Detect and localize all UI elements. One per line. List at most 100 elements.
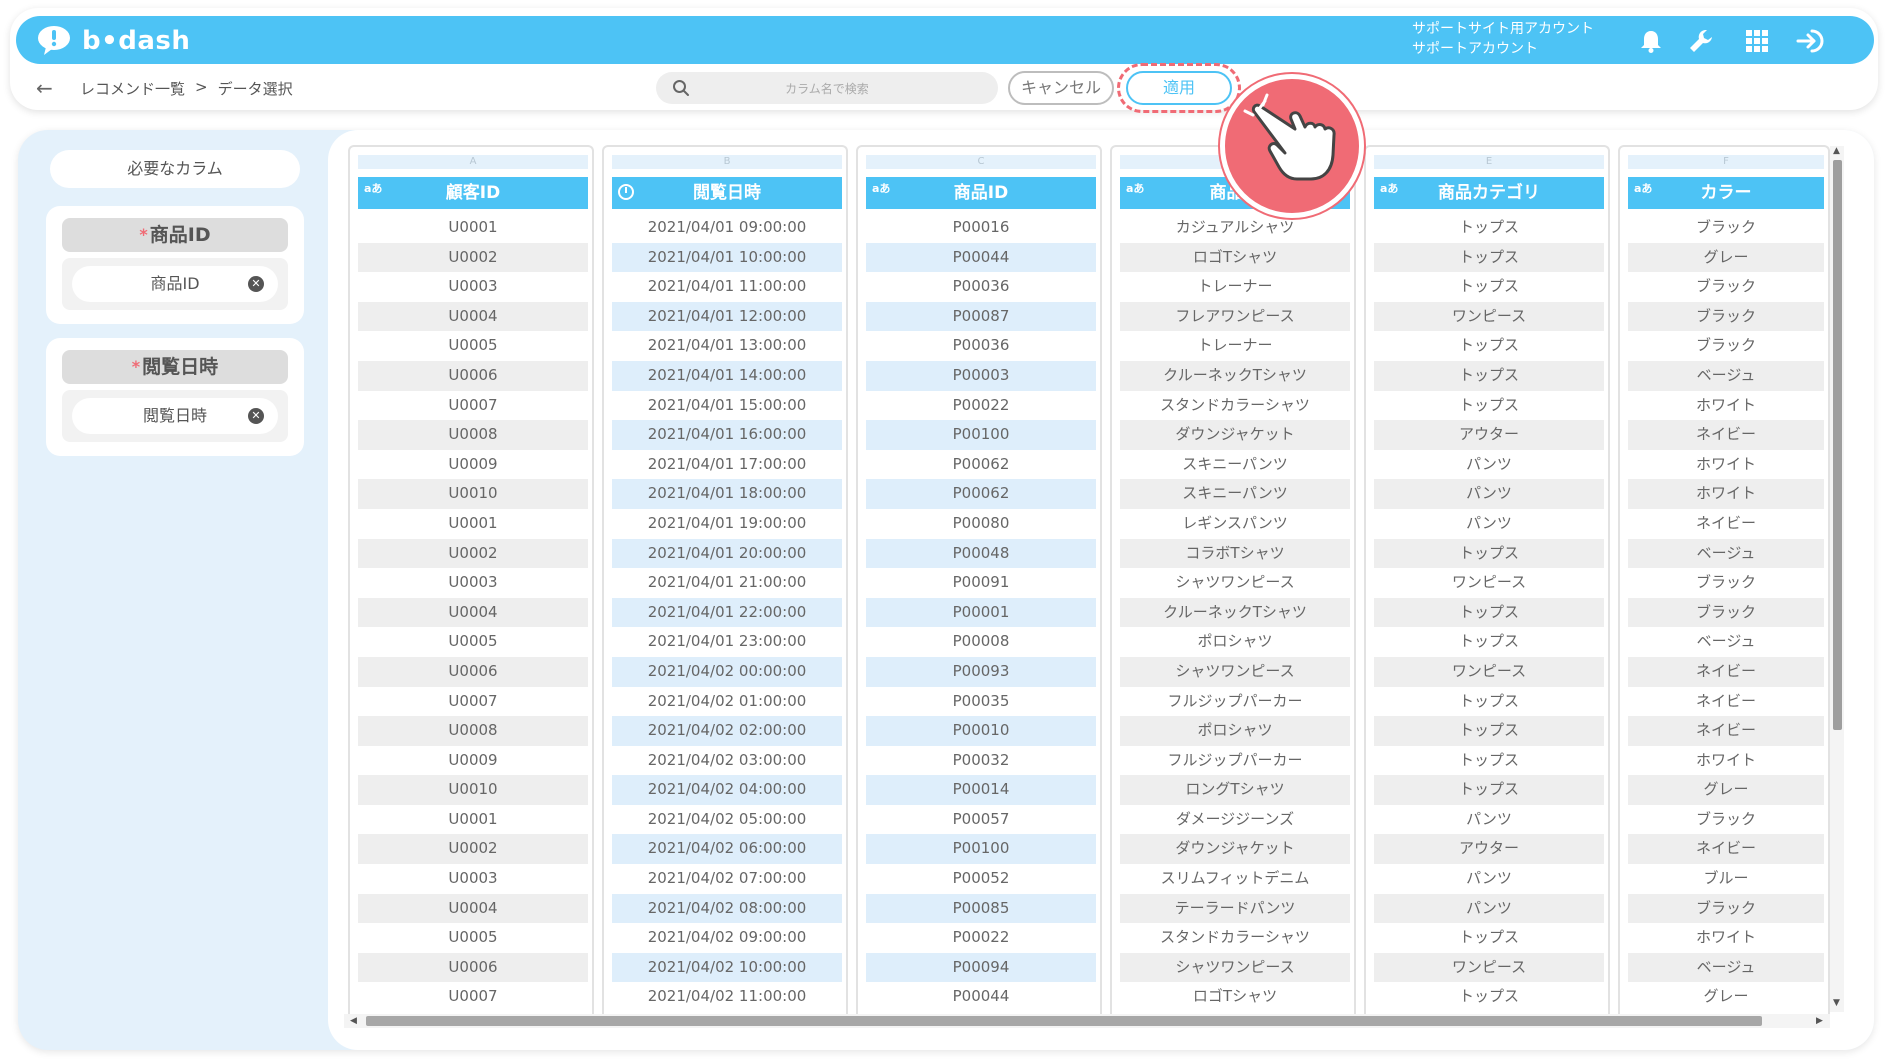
table-cell: 2021/04/01 20:00:00: [612, 538, 842, 569]
table-cell: ブラック: [1695, 573, 1756, 592]
table-cell: U0003: [448, 869, 498, 888]
table-cell: クルーネックTシャツ: [1120, 360, 1350, 391]
column-header-label: 商品カテゴリ: [1438, 183, 1540, 203]
table-cell: 2021/04/01 23:00:00: [647, 632, 807, 651]
back-arrow-icon[interactable]: ←: [36, 76, 53, 100]
table-cell: ネイビー: [1628, 420, 1824, 450]
bell-icon[interactable]: [1636, 26, 1666, 56]
table-cell: コラボTシャツ: [1120, 538, 1350, 569]
table-cell: パンツ: [1374, 893, 1604, 924]
table-cell: ポロシャツ: [1197, 632, 1273, 651]
table-cell: U0007: [448, 395, 498, 414]
data-column[interactable]: Faあ カラー ブラック グレー ブラック ブラック ブラック ベージュ ホワイト ネイビー ホワイ…: [1618, 145, 1830, 1027]
table-cell: トップス: [1458, 928, 1519, 947]
column-header[interactable]: aあ 商品カテゴリ: [1374, 177, 1604, 209]
breadcrumb-parent[interactable]: レコメンド一覧: [80, 78, 185, 99]
text-type-icon: aあ: [872, 182, 891, 195]
table-cell: 2021/04/01 22:00:00: [612, 597, 842, 628]
table-cell: U0004: [358, 597, 588, 628]
table-cell: U0002: [358, 242, 588, 273]
table-cell: ロゴTシャツ: [1120, 242, 1350, 273]
data-column[interactable]: Eaあ 商品カテゴリ トップス トップス トップス ワンピース トップス トップス トップス アウ…: [1364, 145, 1610, 1027]
table-cell: トップス: [1458, 336, 1519, 355]
table-cell: P00087: [866, 301, 1096, 332]
table-cell: U0005: [448, 336, 498, 355]
table-cell: ダウンジャケット: [1120, 420, 1350, 450]
table-cell: U0010: [358, 479, 588, 509]
table-cell: トップス: [1374, 597, 1604, 628]
table-cell: ブラック: [1628, 597, 1824, 628]
table-cell: ブラック: [1695, 336, 1756, 355]
column-cells: U0001 U0002 U0003 U0004 U0005 U0006 U0007 U0008…: [358, 213, 588, 1012]
column-search-input[interactable]: カラム名で検索: [656, 72, 998, 104]
table-cell: トップス: [1374, 360, 1604, 391]
table-cell: U0008: [358, 420, 588, 450]
drop-zone[interactable]: 商品ID ✕: [62, 258, 288, 310]
scroll-right-icon[interactable]: ▶: [1816, 1016, 1823, 1026]
required-column-header: * 商品ID: [62, 218, 288, 252]
app-logo[interactable]: b•dash: [36, 24, 190, 58]
table-cell: P00036: [952, 336, 1010, 355]
table-cell: スタンドカラーシャツ: [1160, 928, 1310, 947]
table-cell: 2021/04/02 10:00:00: [612, 952, 842, 983]
table-cell: トップス: [1458, 750, 1519, 769]
table-cell: ワンピース: [1374, 952, 1604, 983]
cancel-button[interactable]: キャンセル: [1008, 71, 1114, 105]
pointing-hand-icon: [1243, 93, 1336, 181]
drop-zone[interactable]: 閲覧日時 ✕: [62, 390, 288, 442]
table-cell: P00062: [952, 454, 1010, 473]
column-header[interactable]: aあ 顧客ID: [358, 177, 588, 209]
logout-icon[interactable]: [1796, 26, 1826, 56]
table-cell: U0001: [448, 809, 498, 828]
table-cell: U0007: [448, 987, 498, 1006]
assigned-column-chip[interactable]: 商品ID ✕: [72, 266, 278, 302]
column-letter: E: [1374, 155, 1604, 169]
scroll-left-icon[interactable]: ◀: [350, 1016, 357, 1026]
table-cell: P00036: [952, 277, 1010, 296]
data-column[interactable]: Aaあ 顧客ID U0001 U0002 U0003 U0004 U0005 U0006 U00…: [348, 145, 594, 1027]
table-cell: スキニーパンツ: [1120, 479, 1350, 509]
apply-button[interactable]: 適用: [1126, 71, 1232, 105]
table-cell: ロングTシャツ: [1120, 775, 1350, 805]
column-header[interactable]: aあ カラー: [1628, 177, 1824, 209]
table-cell: P00100: [866, 420, 1096, 450]
data-column[interactable]: Caあ 商品ID P00016 P00044 P00036 P00087 P00036 P00…: [856, 145, 1102, 1027]
column-header[interactable]: 閲覧日時: [612, 177, 842, 209]
table-cell: ワンピース: [1374, 656, 1604, 687]
wrench-icon[interactable]: [1686, 26, 1716, 56]
scroll-down-icon[interactable]: ▼: [1833, 998, 1840, 1008]
table-cell: トップス: [1458, 987, 1519, 1006]
table-cell: P00032: [952, 750, 1010, 769]
table-cell: 2021/04/02 06:00:00: [612, 834, 842, 865]
table-cell: ワンピース: [1374, 301, 1604, 332]
data-column[interactable]: Daあ商品名カジュアルシャツロゴTシャツトレーナーフレアワンピーストレーナークル…: [1110, 145, 1356, 1027]
table-cell: ベージュ: [1628, 538, 1824, 569]
grid-icon[interactable]: [1742, 26, 1772, 56]
text-type-icon: aあ: [364, 182, 383, 195]
remove-icon[interactable]: ✕: [248, 276, 264, 292]
table-cell: トップス: [1374, 775, 1604, 805]
table-cell: 2021/04/02 02:00:00: [612, 716, 842, 746]
vertical-scroll-thumb[interactable]: [1833, 160, 1842, 730]
search-placeholder: カラム名で検索: [785, 81, 869, 96]
table-cell: 2021/04/02 05:00:00: [647, 809, 807, 828]
table-cell: トップス: [1458, 691, 1519, 710]
table-cell: 2021/04/02 00:00:00: [612, 656, 842, 687]
scroll-up-icon[interactable]: ▲: [1833, 146, 1840, 156]
table-cell: ロゴTシャツ: [1192, 987, 1278, 1006]
table-cell: アウター: [1374, 834, 1604, 865]
account-info[interactable]: サポートサイト用アカウント サポートアカウント: [1412, 19, 1594, 59]
horizontal-scroll-thumb[interactable]: [366, 1016, 1762, 1026]
table-cell: P00010: [866, 716, 1096, 746]
table-cell: P00093: [866, 656, 1096, 687]
breadcrumb: レコメンド一覧 > データ選択: [80, 78, 293, 99]
column-header-label: カラー: [1700, 183, 1752, 203]
table-cell: U0002: [358, 834, 588, 865]
table-cell: トップス: [1458, 632, 1519, 651]
data-column[interactable]: B 閲覧日時 2021/04/01 09:00:00 2021/04/01 10:00…: [602, 145, 848, 1027]
table-cell: ダメージジーンズ: [1175, 809, 1295, 828]
remove-icon[interactable]: ✕: [248, 408, 264, 424]
assigned-column-chip[interactable]: 閲覧日時 ✕: [72, 398, 278, 434]
column-header[interactable]: aあ 商品ID: [866, 177, 1096, 209]
table-cell: 2021/04/01 16:00:00: [612, 420, 842, 450]
